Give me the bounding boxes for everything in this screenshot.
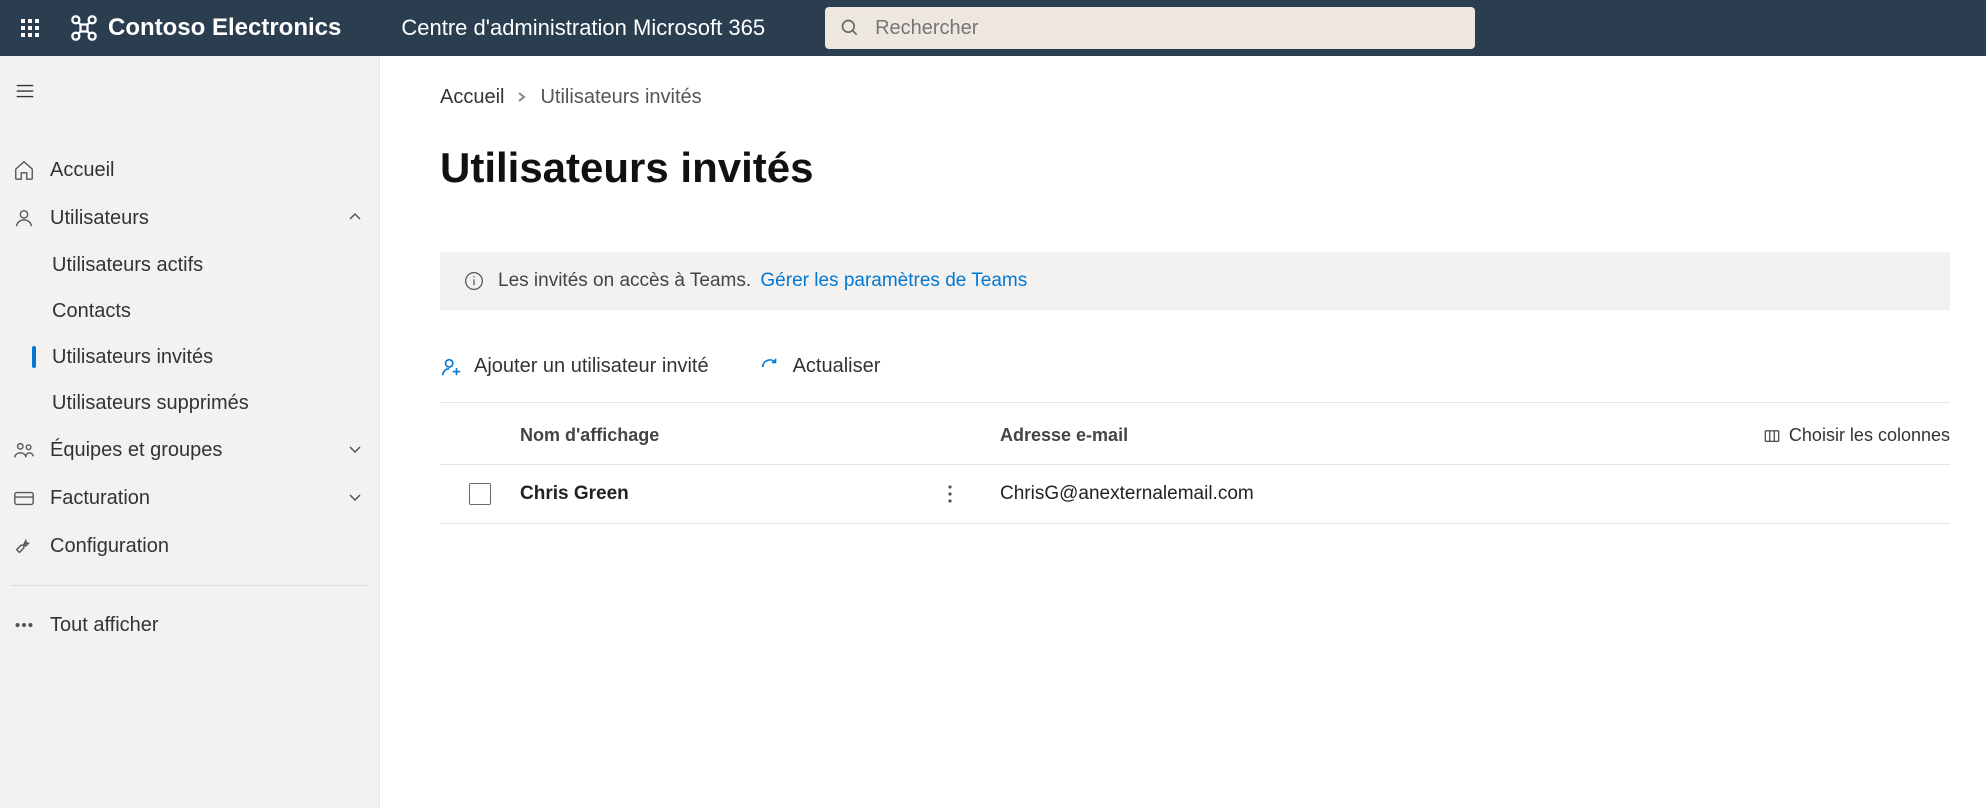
sidebar-item-show-all[interactable]: Tout afficher bbox=[0, 601, 379, 649]
row-checkbox[interactable] bbox=[469, 483, 491, 505]
cell-email: ChrisG@anexternalemail.com bbox=[1000, 483, 1440, 505]
sidebar-item-label: Utilisateurs actifs bbox=[52, 254, 203, 277]
banner-link[interactable]: Gérer les paramètres de Teams bbox=[760, 270, 1027, 291]
chevron-right-icon bbox=[516, 86, 528, 109]
admin-center-title: Centre d'administration Microsoft 365 bbox=[401, 15, 765, 41]
more-icon bbox=[12, 613, 36, 637]
toolbar-label: Actualiser bbox=[793, 355, 881, 378]
org-name: Contoso Electronics bbox=[108, 14, 341, 42]
info-banner: Les invités on accès à Teams. Gérer les … bbox=[440, 252, 1950, 310]
breadcrumb: Accueil Utilisateurs invités bbox=[440, 86, 1950, 109]
sidebar-item-label: Accueil bbox=[50, 159, 114, 182]
user-icon bbox=[12, 206, 36, 230]
sidebar-item-label: Utilisateurs supprimés bbox=[52, 392, 249, 415]
add-user-icon bbox=[440, 356, 462, 378]
chevron-up-icon bbox=[347, 208, 367, 228]
sidebar-item-teams-groups[interactable]: Équipes et groupes bbox=[0, 426, 379, 474]
info-icon bbox=[464, 271, 484, 291]
sidebar-item-label: Configuration bbox=[50, 535, 169, 558]
sidebar-item-users[interactable]: Utilisateurs bbox=[0, 194, 379, 242]
sidebar-item-home[interactable]: Accueil bbox=[0, 146, 379, 194]
sidebar-toggle[interactable] bbox=[0, 66, 50, 116]
columns-icon bbox=[1763, 427, 1781, 445]
search-icon bbox=[840, 18, 860, 38]
add-guest-button[interactable]: Ajouter un utilisateur invité bbox=[440, 355, 709, 378]
org-logo: Contoso Electronics bbox=[70, 14, 341, 42]
breadcrumb-home[interactable]: Accueil bbox=[440, 86, 504, 109]
sidebar-item-contacts[interactable]: Contacts bbox=[0, 288, 379, 334]
table-header: Nom d'affichage Adresse e-mail Choisir l… bbox=[440, 403, 1950, 465]
choose-columns-label: Choisir les colonnes bbox=[1789, 425, 1950, 446]
sidebar-item-label: Utilisateurs invités bbox=[52, 346, 213, 369]
home-icon bbox=[12, 158, 36, 182]
column-header-email[interactable]: Adresse e-mail bbox=[1000, 425, 1440, 446]
sidebar-item-deleted-users[interactable]: Utilisateurs supprimés bbox=[0, 380, 379, 426]
teams-icon bbox=[12, 438, 36, 462]
toolbar-label: Ajouter un utilisateur invité bbox=[474, 355, 709, 378]
chevron-down-icon bbox=[347, 440, 367, 460]
banner-text: Les invités on accès à Teams. bbox=[498, 270, 751, 291]
row-more-button[interactable] bbox=[940, 485, 960, 503]
main-content: Accueil Utilisateurs invités Utilisateur… bbox=[380, 56, 1986, 808]
search-input[interactable] bbox=[875, 17, 1460, 40]
sidebar-item-label: Contacts bbox=[52, 300, 131, 323]
sidebar-item-configuration[interactable]: Configuration bbox=[0, 522, 379, 570]
more-vertical-icon bbox=[948, 485, 952, 503]
sidebar-divider bbox=[10, 585, 369, 586]
sidebar-item-label: Tout afficher bbox=[50, 614, 159, 637]
table-row[interactable]: Chris Green ChrisG@anexternalemail.com bbox=[440, 465, 1950, 524]
column-header-name[interactable]: Nom d'affichage bbox=[520, 425, 1000, 446]
sidebar-item-label: Équipes et groupes bbox=[50, 439, 222, 462]
sidebar-item-guest-users[interactable]: Utilisateurs invités bbox=[0, 334, 379, 380]
toolbar: Ajouter un utilisateur invité Actualiser bbox=[440, 355, 1950, 403]
refresh-icon bbox=[759, 356, 781, 378]
page-title: Utilisateurs invités bbox=[440, 144, 1950, 192]
wrench-icon bbox=[12, 534, 36, 558]
chevron-down-icon bbox=[347, 488, 367, 508]
sidebar-item-billing[interactable]: Facturation bbox=[0, 474, 379, 522]
choose-columns-button[interactable]: Choisir les colonnes bbox=[1763, 425, 1950, 446]
billing-icon bbox=[12, 486, 36, 510]
breadcrumb-current: Utilisateurs invités bbox=[540, 86, 701, 109]
app-launcher-icon[interactable] bbox=[10, 8, 50, 48]
sidebar-item-label: Facturation bbox=[50, 487, 150, 510]
sidebar-item-label: Utilisateurs bbox=[50, 207, 149, 230]
sidebar-item-active-users[interactable]: Utilisateurs actifs bbox=[0, 242, 379, 288]
sidebar: Accueil Utilisateurs Utilisateurs actifs… bbox=[0, 56, 380, 808]
app-header: Contoso Electronics Centre d'administrat… bbox=[0, 0, 1986, 56]
cell-name: Chris Green bbox=[520, 483, 629, 505]
refresh-button[interactable]: Actualiser bbox=[759, 355, 881, 378]
drone-icon bbox=[70, 14, 98, 42]
search-bar[interactable] bbox=[825, 7, 1475, 49]
